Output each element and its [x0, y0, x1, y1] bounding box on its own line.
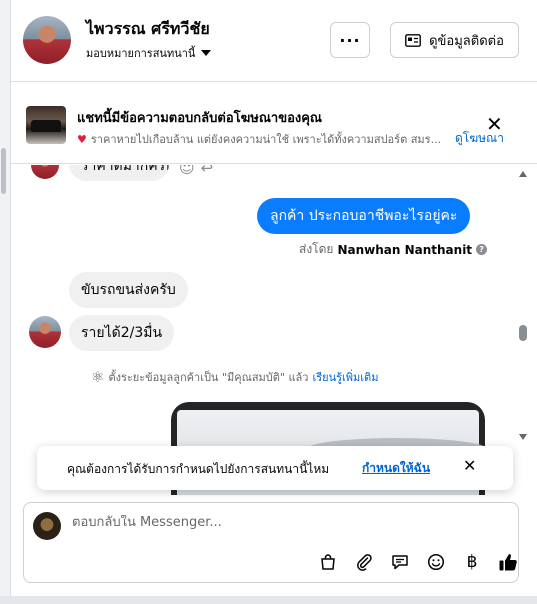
- composer-toolbar: ฿: [310, 548, 526, 576]
- message-bubble-received[interactable]: ขับรถขนส่งครับ: [69, 272, 188, 308]
- assignment-prompt-text: คุณต้องการได้รับการกำหนดไปยังการสนทนานี้…: [67, 462, 330, 476]
- left-panel-edge: [0, 0, 10, 604]
- shopping-bag-icon[interactable]: [310, 548, 346, 576]
- learn-more-link[interactable]: เรียนรู้เพิ่มเติม: [312, 368, 378, 386]
- emoji-icon[interactable]: [418, 548, 454, 576]
- more-icon: ···: [339, 30, 361, 50]
- ad-reply-banner: แชทนี้มีข้อความตอบกลับต่อโฆษณาของคุณ ♥ รา…: [11, 82, 537, 164]
- saved-reply-icon[interactable]: [382, 548, 418, 576]
- message-bubble-sent[interactable]: ลูกค้า ประกอบอาชีพอะไรอยู่คะ: [257, 198, 471, 234]
- reply-input[interactable]: [72, 515, 492, 530]
- message-composer: ฿: [23, 502, 519, 583]
- atom-icon: ⚛: [91, 368, 105, 386]
- sent-by-label: ส่งโดย Nanwhan Nanthanit ?: [299, 240, 488, 259]
- reply-icon[interactable]: ↩: [201, 165, 214, 177]
- close-icon[interactable]: ✕: [463, 458, 476, 474]
- ad-banner-text: ♥ ราคาหายไปเกือบล้าน แต่ยังคงความน่าใช้ เ…: [77, 133, 442, 146]
- thread-scrollbar-thumb[interactable]: [519, 325, 527, 341]
- qualified-lead-note: ⚛ ตั้งระยะข้อมูลลูกค้าเป็น "มีคุณสมบัติ"…: [91, 368, 379, 386]
- assignment-prompt-toast: คุณต้องการได้รับการกำหนดไปยังการสนทนานี้…: [37, 446, 513, 490]
- bottom-edge: [0, 596, 537, 604]
- contact-avatar-small: [31, 165, 59, 179]
- heart-icon: ♥: [77, 133, 87, 146]
- more-options-button[interactable]: ···: [330, 22, 370, 58]
- message-actions: ☺ ↩: [179, 165, 213, 177]
- left-scrollbar-thumb[interactable]: [1, 148, 6, 194]
- ad-banner-title: แชทนี้มีข้อความตอบกลับต่อโฆษณาของคุณ: [77, 111, 322, 126]
- contact-name[interactable]: ไพวรรณ ศรีทวีชัย: [86, 17, 210, 42]
- ad-thumbnail-image[interactable]: [26, 106, 66, 144]
- assign-conversation-dropdown[interactable]: มอบหมายการสนทนานี้: [86, 44, 212, 62]
- info-icon[interactable]: ?: [476, 244, 488, 255]
- page-avatar: [33, 512, 61, 540]
- react-emoji-icon[interactable]: ☺: [179, 165, 195, 177]
- scroll-down-arrow-icon[interactable]: [519, 434, 527, 440]
- thumbs-up-icon[interactable]: [490, 548, 526, 576]
- baht-payment-icon[interactable]: ฿: [454, 548, 490, 576]
- attachment-icon[interactable]: [346, 548, 382, 576]
- conversation-header: ไพวรรณ ศรีทวีชัย มอบหมายการสนทนานี้ ··· …: [11, 0, 537, 82]
- assign-to-me-link[interactable]: กำหนดให้ฉัน: [362, 459, 430, 478]
- message-bubble-received[interactable]: รายได้2/3มื่น: [69, 315, 175, 351]
- sender-name: Nanwhan Nanthanit: [337, 242, 473, 257]
- contact-avatar[interactable]: [23, 16, 71, 64]
- contact-card-icon: [405, 33, 421, 47]
- assign-label: มอบหมายการสนทนานี้: [86, 47, 196, 60]
- scroll-up-arrow-icon[interactable]: [519, 171, 527, 177]
- close-icon[interactable]: ✕: [486, 114, 503, 134]
- conversation-panel: ไพวรรณ ศรีทวีชัย มอบหมายการสนทนานี้ ··· …: [10, 0, 537, 596]
- message-bubble-received[interactable]: ราคาดีมากครับ: [69, 165, 169, 181]
- view-contact-info-button[interactable]: ดูข้อมูลติดต่อ: [390, 22, 519, 58]
- contact-avatar-small: [29, 316, 61, 348]
- contact-button-label: ดูข้อมูลติดต่อ: [429, 33, 504, 49]
- caret-down-icon: [201, 50, 212, 56]
